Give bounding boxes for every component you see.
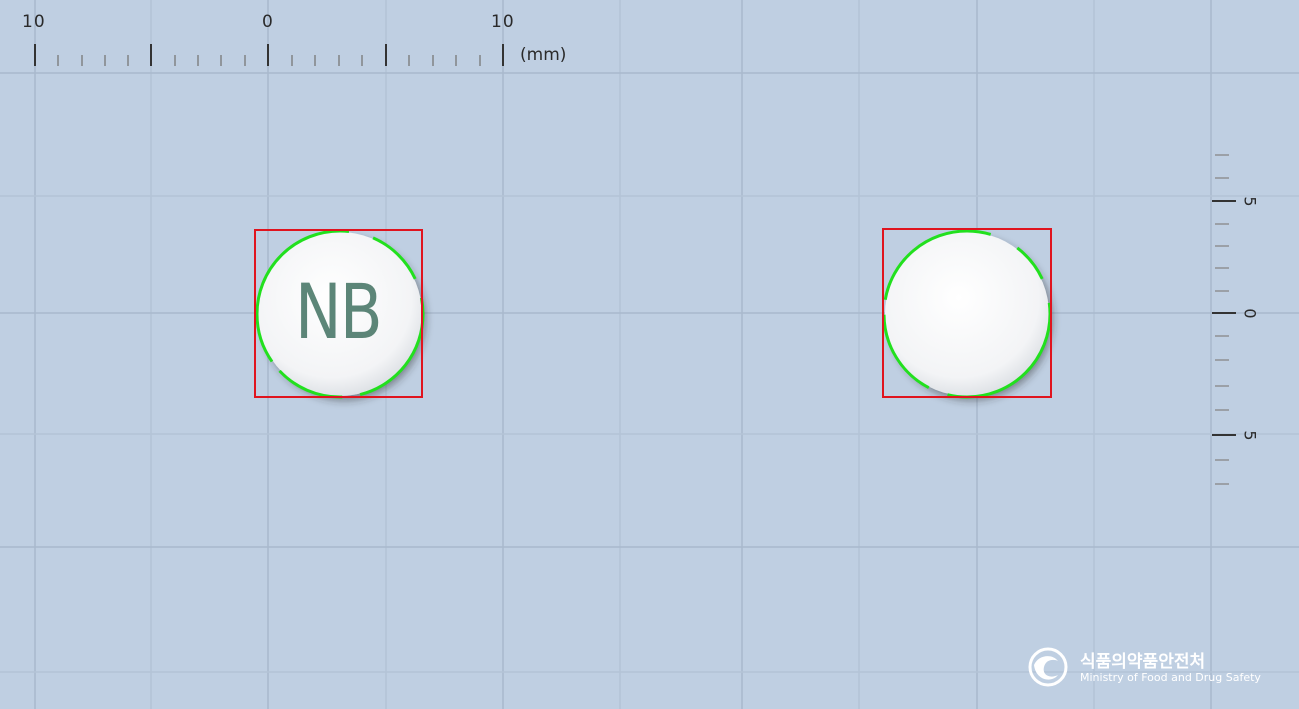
ruler-label-center: 0	[262, 12, 274, 32]
mfds-emblem-icon	[1028, 647, 1068, 687]
pill-photo-canvas	[0, 0, 1299, 709]
ruler-label-right: 10	[491, 12, 515, 32]
horizontal-ruler	[34, 44, 504, 66]
ruler-label-left: 10	[22, 12, 46, 32]
vruler-label-bottom: 5	[1240, 430, 1260, 441]
vruler-label-top: 5	[1240, 196, 1260, 207]
pill-back	[882, 228, 1052, 399]
grid	[0, 0, 1299, 709]
logo-korean-text: 식품의약품안전처	[1080, 652, 1206, 672]
vruler-label-center: 0	[1240, 308, 1260, 319]
vertical-ruler	[1212, 154, 1236, 485]
mfds-logo: 식품의약품안전처 Ministry of Food and Drug Safet…	[1028, 645, 1278, 695]
pill-imprint-text: NB	[294, 267, 383, 356]
logo-english-text: Ministry of Food and Drug Safety	[1080, 671, 1261, 684]
ruler-unit-label: (mm)	[520, 45, 567, 65]
